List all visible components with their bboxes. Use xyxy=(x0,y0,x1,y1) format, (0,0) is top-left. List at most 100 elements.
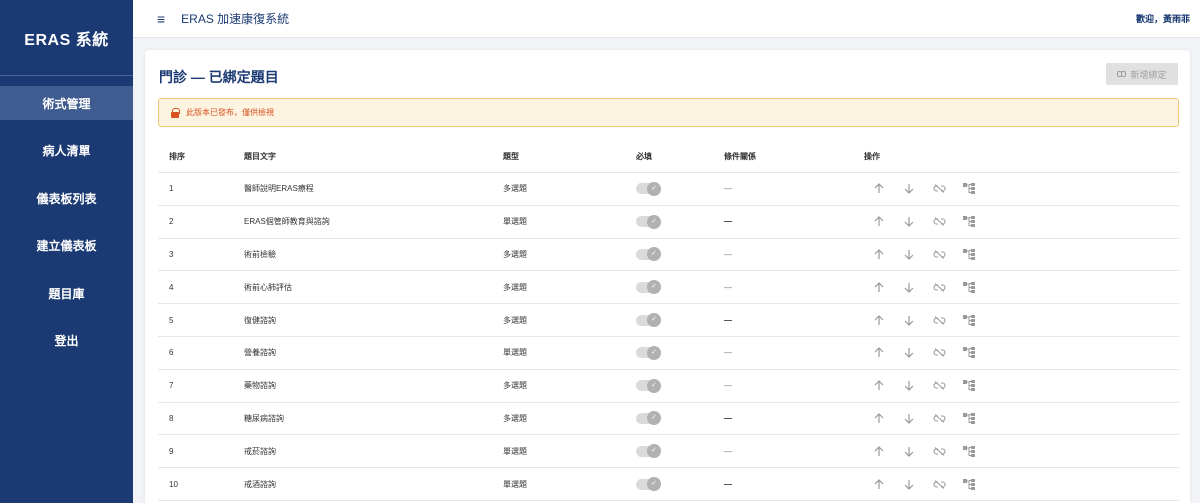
arrow-up-icon[interactable] xyxy=(864,477,894,491)
condition-value: — xyxy=(724,282,732,292)
unlink-icon[interactable] xyxy=(924,411,954,425)
tree-icon[interactable] xyxy=(954,346,984,360)
menu-icon[interactable]: ≡ xyxy=(157,11,165,27)
cell-question-type: 單選題 xyxy=(503,217,527,227)
cell-order: 7 xyxy=(169,381,174,391)
tree-icon[interactable] xyxy=(954,247,984,261)
tree-icon[interactable] xyxy=(954,477,984,491)
add-binding-button[interactable]: 新增綁定 xyxy=(1106,63,1178,85)
check-icon: ✓ xyxy=(647,247,661,262)
table-body: 1 醫師說明ERAS療程 多選題 ✓ —2 ERAS個管師教育與諮詢 單選題 ✓ —3 術前檢驗多… xyxy=(158,173,1179,501)
arrow-down-icon[interactable] xyxy=(894,247,924,261)
header-actions: 操作 xyxy=(864,151,880,161)
sidebar-item-logout[interactable]: 登出 xyxy=(0,324,133,358)
arrow-down-icon[interactable] xyxy=(894,444,924,458)
unlink-icon[interactable] xyxy=(924,477,954,491)
cell-order: 2 xyxy=(169,217,174,227)
arrow-up-icon[interactable] xyxy=(864,215,894,229)
condition-value: — xyxy=(724,446,732,456)
condition-value: — xyxy=(724,217,732,227)
required-toggle[interactable]: ✓ xyxy=(636,378,661,393)
unlink-icon[interactable] xyxy=(924,215,954,229)
arrow-down-icon[interactable] xyxy=(894,346,924,360)
condition-value: — xyxy=(724,413,732,423)
header-condition: 條件關係 xyxy=(724,151,756,161)
condition-value: — xyxy=(724,381,732,391)
table-row: 10 戒酒諮詢 單選題 ✓ — xyxy=(158,468,1179,501)
unlink-icon[interactable] xyxy=(924,247,954,261)
table-row: 6 營養諮詢 單選題 ✓ — xyxy=(158,337,1179,370)
cell-condition: — xyxy=(724,316,864,325)
cell-question-type: 多選題 xyxy=(503,315,527,325)
arrow-down-icon[interactable] xyxy=(894,379,924,393)
unlink-icon[interactable] xyxy=(924,346,954,360)
arrow-down-icon[interactable] xyxy=(894,313,924,327)
unlink-icon[interactable] xyxy=(924,313,954,327)
required-toggle[interactable]: ✓ xyxy=(636,477,661,492)
sidebar-item-procedure-management[interactable]: 術式管理 xyxy=(0,86,133,120)
tree-icon[interactable] xyxy=(954,444,984,458)
cell-question-type: 單選題 xyxy=(503,348,527,358)
cell-actions xyxy=(864,379,1164,393)
cell-actions xyxy=(864,280,1164,294)
check-icon: ✓ xyxy=(647,214,661,229)
cell-question-text: ERAS個管師教育與諮詢 xyxy=(244,217,330,227)
arrow-down-icon[interactable] xyxy=(894,182,924,196)
required-toggle[interactable]: ✓ xyxy=(636,181,661,196)
sidebar-item-question-bank[interactable]: 題目庫 xyxy=(0,276,133,310)
arrow-up-icon[interactable] xyxy=(864,444,894,458)
cell-order: 6 xyxy=(169,348,174,358)
cell-question-type: 單選題 xyxy=(503,446,527,456)
cell-question-text: 戒酒諮詢 xyxy=(244,479,276,489)
sidebar-item-create-dashboard[interactable]: 建立儀表板 xyxy=(0,229,133,263)
unlink-icon[interactable] xyxy=(924,182,954,196)
sidebar-item-patient-list[interactable]: 病人清單 xyxy=(0,134,133,168)
required-toggle[interactable]: ✓ xyxy=(636,313,661,328)
tree-icon[interactable] xyxy=(954,215,984,229)
arrow-up-icon[interactable] xyxy=(864,313,894,327)
table-row: 5 復健諮詢 多選題 ✓ — xyxy=(158,304,1179,337)
condition-value: — xyxy=(724,479,732,489)
cell-required: ✓ xyxy=(636,280,724,295)
cell-question-text: 術前檢驗 xyxy=(244,249,276,259)
cell-order: 8 xyxy=(169,413,174,423)
required-toggle[interactable]: ✓ xyxy=(636,247,661,262)
required-toggle[interactable]: ✓ xyxy=(636,411,661,426)
tree-icon[interactable] xyxy=(954,411,984,425)
arrow-down-icon[interactable] xyxy=(894,215,924,229)
unlink-icon[interactable] xyxy=(924,280,954,294)
check-icon: ✓ xyxy=(647,181,661,196)
arrow-up-icon[interactable] xyxy=(864,182,894,196)
cell-question-type: 多選題 xyxy=(503,184,527,194)
unlink-icon[interactable] xyxy=(924,444,954,458)
cell-required: ✓ xyxy=(636,313,724,328)
required-toggle[interactable]: ✓ xyxy=(636,444,661,459)
tree-icon[interactable] xyxy=(954,182,984,196)
tree-icon[interactable] xyxy=(954,379,984,393)
cell-required: ✓ xyxy=(636,247,724,262)
tree-icon[interactable] xyxy=(954,280,984,294)
table-row: 8 糖尿病諮詢 多選題 ✓ — xyxy=(158,403,1179,436)
check-icon: ✓ xyxy=(647,444,661,459)
arrow-up-icon[interactable] xyxy=(864,411,894,425)
cell-actions xyxy=(864,182,1164,196)
cell-required: ✓ xyxy=(636,378,724,393)
cell-actions xyxy=(864,477,1164,491)
required-toggle[interactable]: ✓ xyxy=(636,280,661,295)
arrow-down-icon[interactable] xyxy=(894,280,924,294)
required-toggle[interactable]: ✓ xyxy=(636,214,661,229)
arrow-up-icon[interactable] xyxy=(864,346,894,360)
cell-required: ✓ xyxy=(636,214,724,229)
cell-question-text: 醫師說明ERAS療程 xyxy=(244,184,314,194)
unlink-icon[interactable] xyxy=(924,379,954,393)
arrow-down-icon[interactable] xyxy=(894,477,924,491)
arrow-up-icon[interactable] xyxy=(864,280,894,294)
arrow-down-icon[interactable] xyxy=(894,411,924,425)
cell-order: 3 xyxy=(169,249,174,259)
sidebar-item-dashboard-list[interactable]: 儀表板列表 xyxy=(0,181,133,215)
tree-icon[interactable] xyxy=(954,313,984,327)
arrow-up-icon[interactable] xyxy=(864,379,894,393)
question-table: 排序 題目文字 題型 必填 條件關係 操作 1 醫師說明ERAS療程 多選題 ✓ —2 E… xyxy=(158,140,1179,501)
arrow-up-icon[interactable] xyxy=(864,247,894,261)
required-toggle[interactable]: ✓ xyxy=(636,345,661,360)
